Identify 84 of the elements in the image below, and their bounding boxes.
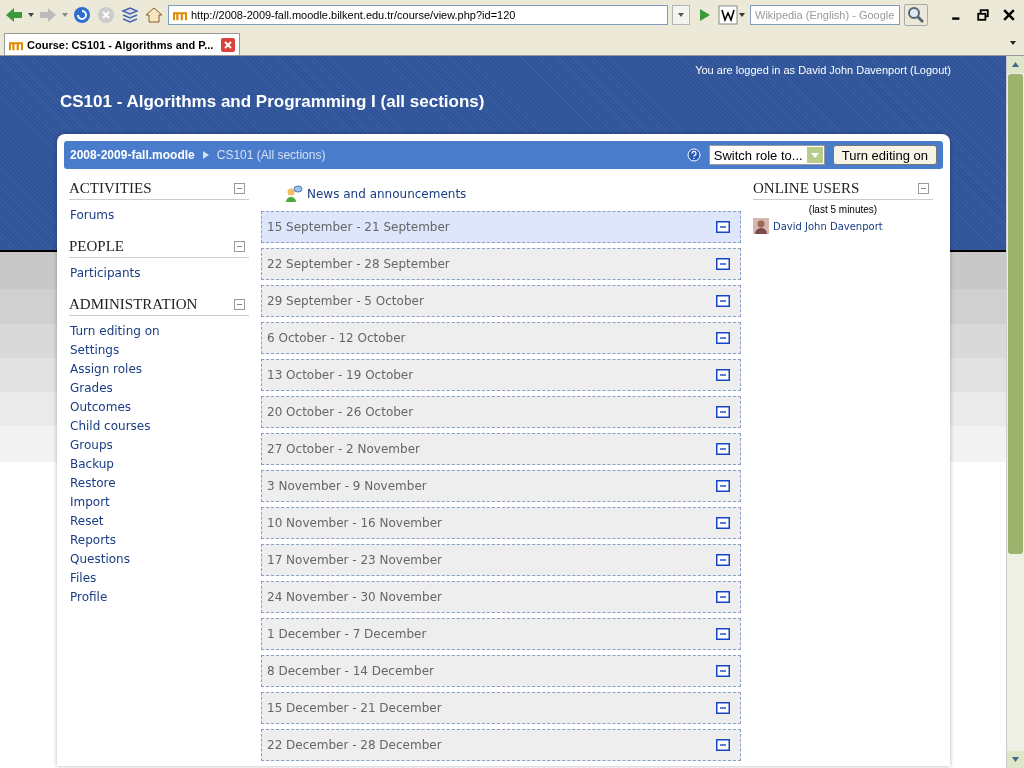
week-title: 22 September - 28 September — [267, 257, 450, 271]
collapse-icon[interactable] — [716, 591, 730, 603]
forum-users-icon — [285, 185, 303, 203]
block-link[interactable]: Participants — [69, 264, 249, 283]
collapse-icon[interactable] — [716, 665, 730, 677]
block-link[interactable]: Assign roles — [69, 360, 249, 379]
block-title: PEOPLE — [69, 238, 124, 255]
week-title: 10 November - 16 November — [267, 516, 442, 530]
block-link[interactable]: Reports — [69, 531, 249, 550]
collapse-icon[interactable] — [234, 299, 245, 310]
block-link[interactable]: Outcomes — [69, 398, 249, 417]
week-title: 20 October - 26 October — [267, 405, 414, 419]
week-title: 1 December - 7 December — [267, 627, 427, 641]
collapse-icon[interactable] — [716, 443, 730, 455]
scroll-up-icon[interactable] — [1007, 56, 1024, 73]
week-title: 17 November - 23 November — [267, 553, 442, 567]
collapse-icon[interactable] — [234, 241, 245, 252]
collapse-icon[interactable] — [234, 183, 245, 194]
breadcrumb-separator-icon — [202, 151, 209, 159]
news-forum-link[interactable]: News and announcements — [307, 187, 467, 201]
block-link[interactable]: Restore — [69, 474, 249, 493]
online-user-link[interactable]: David John Davenport — [773, 220, 883, 232]
collapse-icon[interactable] — [716, 739, 730, 751]
collapse-icon[interactable] — [716, 295, 730, 307]
block-link[interactable]: Forums — [69, 206, 249, 225]
address-dropdown-button[interactable] — [672, 5, 690, 25]
close-icon[interactable] — [1003, 9, 1015, 21]
week-title: 8 December - 14 December — [267, 664, 434, 678]
vertical-scrollbar[interactable] — [1006, 56, 1024, 768]
week-title: 24 November - 30 November — [267, 590, 442, 604]
block-link[interactable]: Import — [69, 493, 249, 512]
block-link[interactable]: Questions — [69, 550, 249, 569]
block-link[interactable]: Child courses — [69, 417, 249, 436]
block-link[interactable]: Groups — [69, 436, 249, 455]
block-title: ADMINISTRATION — [69, 296, 198, 313]
block-link[interactable]: Turn editing on — [69, 322, 249, 341]
search-icon[interactable] — [904, 4, 928, 26]
collapse-icon[interactable] — [716, 517, 730, 529]
collapse-icon[interactable] — [716, 702, 730, 714]
course-title: CS101 - Algorithms and Programming I (all sections) — [60, 92, 486, 112]
week-title: 3 November - 9 November — [267, 479, 427, 493]
help-icon[interactable] — [686, 148, 701, 162]
breadcrumb-link[interactable]: 2008-2009-fall.moodle — [70, 148, 195, 162]
turn-editing-on-button[interactable]: Turn editing on — [832, 145, 937, 165]
block-link[interactable]: Grades — [69, 379, 249, 398]
browser-tab[interactable]: Course: CS101 - Algorithms and P... — [4, 33, 240, 55]
collapse-icon[interactable] — [716, 628, 730, 640]
block-link[interactable]: Backup — [69, 455, 249, 474]
week-title: 27 October - 2 November — [267, 442, 420, 456]
collapse-icon[interactable] — [716, 406, 730, 418]
time-window-text: (last 5 minutes) — [807, 204, 879, 215]
block-link[interactable]: Reset — [69, 512, 249, 531]
block-link[interactable]: Profile — [69, 588, 249, 607]
login-status-text: You are logged in as David John Davenport (Logout) — [694, 64, 951, 76]
switch-role-select[interactable]: Switch role to... — [708, 145, 825, 165]
tab-close-icon[interactable] — [221, 37, 235, 52]
reload-icon[interactable] — [72, 5, 92, 25]
search-engine-icon[interactable] — [718, 5, 746, 25]
collapse-icon[interactable] — [716, 480, 730, 492]
collapse-icon[interactable] — [716, 554, 730, 566]
scroll-down-icon[interactable] — [1007, 751, 1024, 768]
block-link[interactable]: Settings — [69, 341, 249, 360]
caret-icon — [678, 13, 684, 17]
week-title: 22 December - 28 December — [267, 738, 442, 752]
stack-icon[interactable] — [120, 5, 140, 25]
restore-icon[interactable] — [977, 9, 989, 21]
dropdown-caret-icon[interactable] — [28, 13, 34, 17]
collapse-icon[interactable] — [716, 258, 730, 270]
block-title: ACTIVITIES — [69, 180, 152, 197]
collapse-icon[interactable] — [918, 183, 929, 194]
avatar-icon — [753, 218, 769, 234]
collapse-icon[interactable] — [716, 221, 730, 233]
week-title: 29 September - 5 October — [267, 294, 424, 308]
week-title: 15 September - 21 September — [267, 220, 450, 234]
home-icon[interactable] — [144, 5, 164, 25]
collapse-icon[interactable] — [716, 332, 730, 344]
block-title: ONLINE USERS — [753, 180, 860, 197]
collapse-icon[interactable] — [716, 369, 730, 381]
week-title: 6 October - 12 October — [267, 331, 406, 345]
block-link[interactable]: Files — [69, 569, 249, 588]
week-title: 13 October - 19 October — [267, 368, 414, 382]
tab-list-caret-icon[interactable] — [1010, 41, 1016, 45]
week-title: 15 December - 21 December — [267, 701, 442, 715]
address-field[interactable]: http://2008-2009-fall.moodle.bilkent.edu.tr/course/view.php?id=120 — [168, 5, 668, 25]
